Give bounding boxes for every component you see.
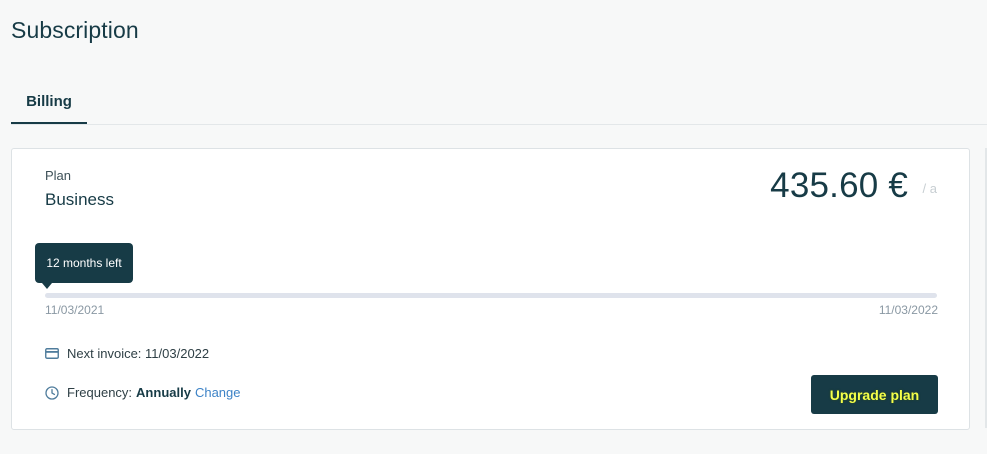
credit-card-icon xyxy=(45,347,59,361)
next-invoice-row: Next invoice: 11/03/2022 xyxy=(45,346,209,361)
subscription-progress-bar xyxy=(45,293,937,298)
frequency-label: Frequency: xyxy=(67,385,133,400)
subscription-card: Plan Business 435.60 € / a 12 months lef… xyxy=(11,148,970,430)
upgrade-plan-label: Upgrade plan xyxy=(829,386,920,403)
plan-price: 435.60 € xyxy=(770,166,908,205)
subscription-page: Subscription Billing Plan Business 435.6… xyxy=(0,0,987,454)
plan-label: Plan xyxy=(45,168,72,183)
next-invoice-text: Next invoice: 11/03/2022 xyxy=(67,346,210,361)
tab-billing[interactable]: Billing xyxy=(11,80,87,124)
months-left-text: 12 months left xyxy=(46,256,122,270)
frequency-value: Annually xyxy=(136,385,191,400)
price-unit: / a xyxy=(922,181,937,196)
period-start-date: 11/03/2021 xyxy=(45,303,105,317)
plan-name: Business xyxy=(45,190,114,209)
upgrade-plan-button[interactable]: Upgrade plan xyxy=(811,375,938,414)
frequency-row: Frequency: Annually Change xyxy=(45,385,241,400)
tab-bar: Billing xyxy=(11,80,987,125)
period-end-date: 11/03/2022 xyxy=(878,303,938,317)
page-title: Subscription xyxy=(11,17,139,43)
clock-icon xyxy=(45,385,59,400)
change-frequency-link[interactable]: Change xyxy=(195,385,241,400)
months-left-tooltip: 12 months left xyxy=(35,243,133,289)
